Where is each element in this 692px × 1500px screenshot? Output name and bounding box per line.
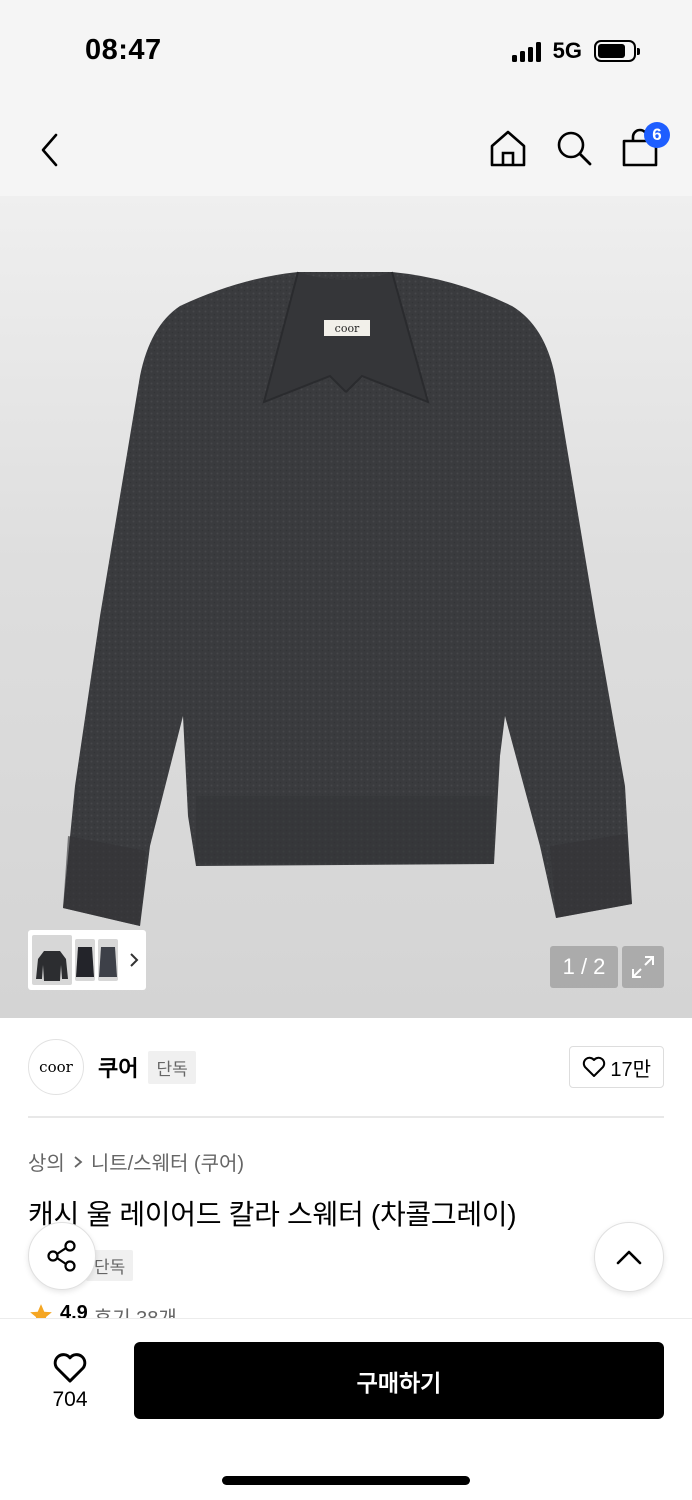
brand-like-count: 17만 [610,1058,651,1081]
network-label: 5G [552,38,582,63]
chevron-right-icon [74,1155,83,1168]
share-button[interactable] [28,1222,96,1290]
breadcrumb-subcategory[interactable]: 니트/스웨터 (쿠어) [91,1147,244,1176]
home-indicator [222,1476,470,1485]
thumbnail-1[interactable] [32,935,72,985]
search-button[interactable] [552,124,596,172]
brand-logo[interactable]: coor [28,1039,84,1095]
thumbnail-next-chevron-icon [130,953,139,967]
heart-outline-icon [53,1353,87,1383]
breadcrumb: 상의 니트/스웨터 (쿠어) [28,1147,244,1176]
cart-count-badge: 6 [644,122,670,148]
scroll-top-button[interactable] [594,1222,664,1292]
product-image: coor [63,271,632,926]
breadcrumb-category[interactable]: 상의 [28,1147,65,1176]
back-button[interactable] [30,128,70,172]
scroll-top-icon [616,1250,642,1265]
exclusive-badge: 단독 [148,1050,196,1084]
product-title: 캐시 울 레이어드 칼라 스웨터 (차콜그레이) [28,1199,517,1230]
thumbnail-next-button[interactable] [126,952,142,968]
product-label-text: coor [335,322,360,335]
brand-name[interactable]: 쿠어 [98,1051,138,1083]
buy-button[interactable]: 구매하기 [134,1342,664,1419]
expand-icon [632,956,654,978]
wishlist-count: 704 [52,1388,88,1411]
share-icon [47,1240,76,1272]
home-icon [490,130,526,167]
status-time: 08:47 [85,34,162,66]
thumbnail-3[interactable] [98,939,118,981]
image-pager: 1 / 2 [550,946,618,988]
brand-row: coor 쿠어 단독 17만 [28,1038,664,1096]
product-image-gallery[interactable]: coor 1 / 2 [0,196,692,1018]
top-header: 08:47 5G 6 [0,0,692,196]
search-icon [557,131,592,166]
status-indicators: 5G [511,38,640,64]
back-chevron-icon [41,133,58,167]
thumbnail-strip[interactable] [28,930,146,990]
battery-icon [594,40,640,62]
heart-icon [583,1056,606,1077]
header-actions: 6 [486,122,670,172]
expand-button[interactable] [622,946,664,988]
wishlist-button[interactable]: 704 [30,1342,110,1422]
brand-like-button[interactable]: 17만 [569,1046,664,1088]
cart-button[interactable]: 6 [618,122,670,172]
signal-icon [511,40,541,62]
thumbnail-2[interactable] [75,939,95,981]
divider [28,1116,664,1118]
home-button[interactable] [486,124,530,172]
